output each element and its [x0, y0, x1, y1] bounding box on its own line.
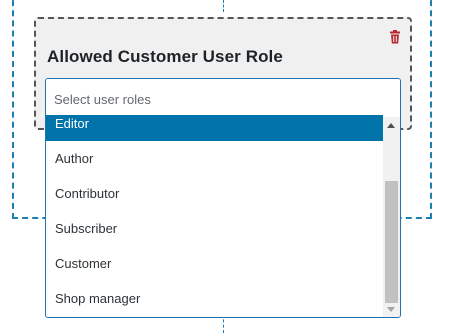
scroll-thumb[interactable]	[385, 181, 398, 303]
search-row	[46, 79, 400, 117]
trash-icon[interactable]	[388, 30, 402, 44]
user-roles-search-input[interactable]	[54, 89, 354, 109]
option-customer[interactable]: Customer	[46, 246, 383, 281]
user-roles-select[interactable]: Editor Author Contributor Subscriber Cus…	[45, 78, 401, 318]
scroll-up-arrow-icon[interactable]	[387, 123, 395, 128]
options-list: Editor Author Contributor Subscriber Cus…	[46, 115, 383, 317]
option-editor[interactable]: Editor	[46, 115, 383, 141]
scroll-down-arrow-icon[interactable]	[387, 307, 395, 312]
option-author[interactable]: Author	[46, 141, 383, 176]
option-contributor[interactable]: Contributor	[46, 176, 383, 211]
option-subscriber[interactable]: Subscriber	[46, 211, 383, 246]
option-shop-manager[interactable]: Shop manager	[46, 281, 383, 316]
guide-line-top	[223, 0, 224, 12]
options-scrollbar[interactable]	[383, 117, 400, 317]
field-label: Allowed Customer User Role	[47, 47, 283, 66]
